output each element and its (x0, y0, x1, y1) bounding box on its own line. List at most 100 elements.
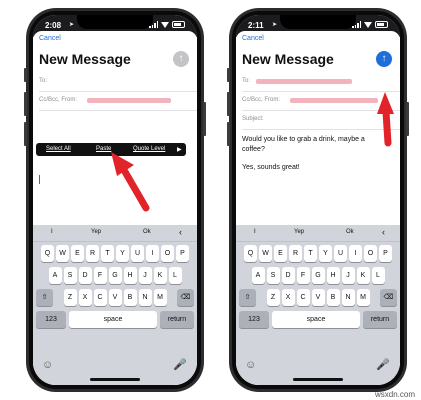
key[interactable]: T (304, 245, 317, 262)
key[interactable]: U (334, 245, 347, 262)
key[interactable]: F (296, 267, 310, 284)
key[interactable]: X (281, 289, 295, 306)
key[interactable]: F (93, 267, 107, 284)
volume-up-button (227, 92, 230, 116)
microphone-icon[interactable]: 🎤 (173, 358, 187, 371)
send-button[interactable]: ↑ (376, 51, 392, 67)
to-field[interactable]: To: (39, 73, 197, 92)
key[interactable]: I (349, 245, 362, 262)
key[interactable]: P (379, 245, 392, 262)
key[interactable]: J (341, 267, 355, 284)
key[interactable]: Q (244, 245, 257, 262)
key[interactable]: H (123, 267, 137, 284)
suggestion-item[interactable]: Yep (294, 229, 304, 235)
key[interactable]: E (274, 245, 287, 262)
key[interactable]: G (108, 267, 122, 284)
key[interactable]: D (281, 267, 295, 284)
phone-bezel: 2:11 ➤ Cancel New Message ↑ To: Cc/Bcc, … (232, 11, 404, 389)
key[interactable]: Z (63, 289, 77, 306)
ccbcc-field[interactable]: Cc/Bcc, From: (242, 92, 400, 111)
delete-key[interactable]: ⌫ (380, 289, 397, 306)
key[interactable]: K (356, 267, 370, 284)
paste-menu-item[interactable]: Paste (96, 146, 111, 152)
numbers-key[interactable]: 123 (36, 311, 66, 328)
key[interactable]: V (311, 289, 325, 306)
chevron-left-icon[interactable]: ‹ (179, 227, 182, 237)
return-key[interactable]: return (160, 311, 194, 328)
ccbcc-field[interactable]: Cc/Bcc, From: (39, 92, 197, 111)
message-body-line[interactable]: Would you like to grab a drink, maybe a … (242, 135, 382, 155)
quote-level-menu-item[interactable]: Quote Level (133, 146, 165, 152)
numbers-key[interactable]: 123 (239, 311, 269, 328)
key[interactable]: T (101, 245, 114, 262)
key[interactable]: J (138, 267, 152, 284)
key[interactable]: W (56, 245, 69, 262)
key-row-2: A S D F G H J K L (35, 267, 195, 284)
suggestion-item[interactable]: Yep (91, 229, 101, 235)
keyboard: I Yep Ok ‹ Q W E R T Y U I O P A S D F G… (236, 225, 400, 385)
key[interactable]: S (63, 267, 77, 284)
notch (77, 15, 153, 29)
return-key[interactable]: return (363, 311, 397, 328)
arrow-up-icon: ↑ (381, 53, 387, 64)
key[interactable]: A (48, 267, 62, 284)
key[interactable]: W (259, 245, 272, 262)
emoji-icon[interactable]: ☺ (42, 359, 53, 371)
cancel-button[interactable]: Cancel (242, 35, 264, 42)
space-key[interactable]: space (272, 311, 360, 328)
key[interactable]: A (251, 267, 265, 284)
key[interactable]: X (78, 289, 92, 306)
key[interactable]: G (311, 267, 325, 284)
key[interactable]: Y (319, 245, 332, 262)
select-all-menu-item[interactable]: Select All (46, 146, 71, 152)
suggestion-item[interactable]: I (254, 229, 256, 235)
key[interactable]: R (289, 245, 302, 262)
key[interactable]: M (356, 289, 370, 306)
delete-key[interactable]: ⌫ (177, 289, 194, 306)
key[interactable]: L (371, 267, 385, 284)
key[interactable]: L (168, 267, 182, 284)
key[interactable]: U (131, 245, 144, 262)
cancel-button[interactable]: Cancel (39, 35, 61, 42)
to-field[interactable]: To: (242, 73, 400, 92)
key[interactable]: Y (116, 245, 129, 262)
key[interactable]: D (78, 267, 92, 284)
shift-key[interactable]: ⇧ (239, 289, 256, 306)
key[interactable]: B (123, 289, 137, 306)
more-menu-arrow-icon[interactable]: ▶ (177, 146, 182, 153)
signal-icon (149, 21, 158, 28)
shift-key[interactable]: ⇧ (36, 289, 53, 306)
chevron-left-icon[interactable]: ‹ (382, 227, 385, 237)
status-time: 2:11 (248, 21, 264, 30)
key[interactable]: R (86, 245, 99, 262)
suggestion-item[interactable]: I (51, 229, 53, 235)
subject-field[interactable]: Subject: (242, 111, 400, 130)
mute-switch (24, 68, 27, 82)
key[interactable]: I (146, 245, 159, 262)
wifi-icon (161, 21, 169, 28)
key[interactable]: O (161, 245, 174, 262)
key[interactable]: K (153, 267, 167, 284)
key[interactable]: C (93, 289, 107, 306)
emoji-icon[interactable]: ☺ (245, 359, 256, 371)
suggestion-item[interactable]: Ok (346, 229, 354, 235)
microphone-icon[interactable]: 🎤 (376, 358, 390, 371)
key[interactable]: O (364, 245, 377, 262)
key[interactable]: B (326, 289, 340, 306)
key[interactable]: H (326, 267, 340, 284)
key[interactable]: V (108, 289, 122, 306)
key[interactable]: Q (41, 245, 54, 262)
key[interactable]: Z (266, 289, 280, 306)
space-key[interactable]: space (69, 311, 157, 328)
send-button[interactable]: ↑ (173, 51, 189, 67)
key[interactable]: M (153, 289, 167, 306)
key[interactable]: C (296, 289, 310, 306)
side-button (203, 102, 206, 136)
key[interactable]: P (176, 245, 189, 262)
key[interactable]: N (341, 289, 355, 306)
key[interactable]: N (138, 289, 152, 306)
message-body-line[interactable]: Yes, sounds great! (242, 163, 382, 173)
suggestion-item[interactable]: Ok (143, 229, 151, 235)
key[interactable]: S (266, 267, 280, 284)
key[interactable]: E (71, 245, 84, 262)
